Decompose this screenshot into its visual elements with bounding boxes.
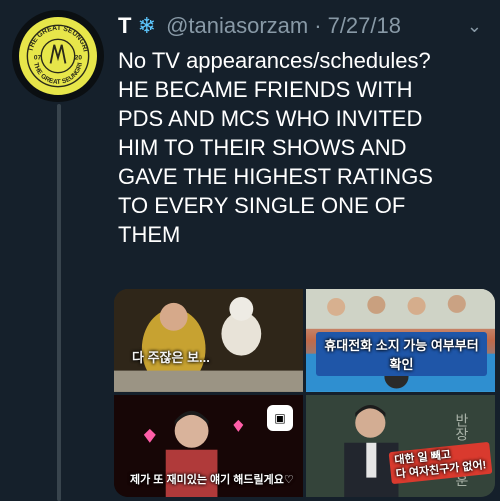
thread-line [57, 104, 61, 501]
separator-dot: · [314, 13, 322, 38]
photo-1-caption: 다 주잖은 보... [132, 350, 210, 365]
profile-avatar[interactable]: THE GREAT SEUNGRI THE GREAT SEUNGRI 07 2… [12, 10, 104, 102]
photo-1-scene [114, 289, 303, 392]
tweet-date[interactable]: 7/27/18 [328, 10, 401, 42]
photo-3-caption: 제가 또 재미있는 얘기 해드릴게요♡ [130, 474, 294, 486]
snowflake-icon: ❄ [137, 13, 157, 38]
avatar-logo: THE GREAT SEUNGRI THE GREAT SEUNGRI 07 2… [26, 24, 90, 88]
media-photo-4[interactable]: 반장 서장훈 대한 일 빼고 다 여자친구가 없어! [306, 394, 495, 497]
media-photo-2[interactable]: 휴대전화 소지 가능 여부부터 확인 [306, 289, 495, 392]
channel-logo: ▣ [267, 404, 293, 431]
media-photo-1[interactable]: 다 주잖은 보... [114, 289, 303, 392]
avatar-badge: THE GREAT SEUNGRI THE GREAT SEUNGRI 07 2… [16, 14, 100, 98]
tweet-header: T ❄ @taniasorzam · 7/27/18 ⌄ [118, 10, 482, 42]
tweet-text: No TV appearances/schedules? HE BECAME F… [118, 48, 433, 247]
avatar-left-number: 07 [34, 55, 42, 62]
media-photo-3[interactable]: ▣ 제가 또 재미있는 얘기 해드릴게요♡ [114, 394, 303, 497]
chevron-down-icon[interactable]: ⌄ [467, 10, 482, 42]
media-grid: 다 주잖은 보... 휴대전화 소지 가능 여부부터 확인 ▣ 제가 또 재미있… [114, 289, 495, 497]
photo-2-caption: 휴대전화 소지 가능 여부부터 확인 [316, 332, 487, 376]
avatar-right-number: 20 [75, 55, 83, 62]
user-handle[interactable]: @taniasorzam [166, 10, 308, 42]
display-name[interactable]: T [118, 10, 132, 42]
